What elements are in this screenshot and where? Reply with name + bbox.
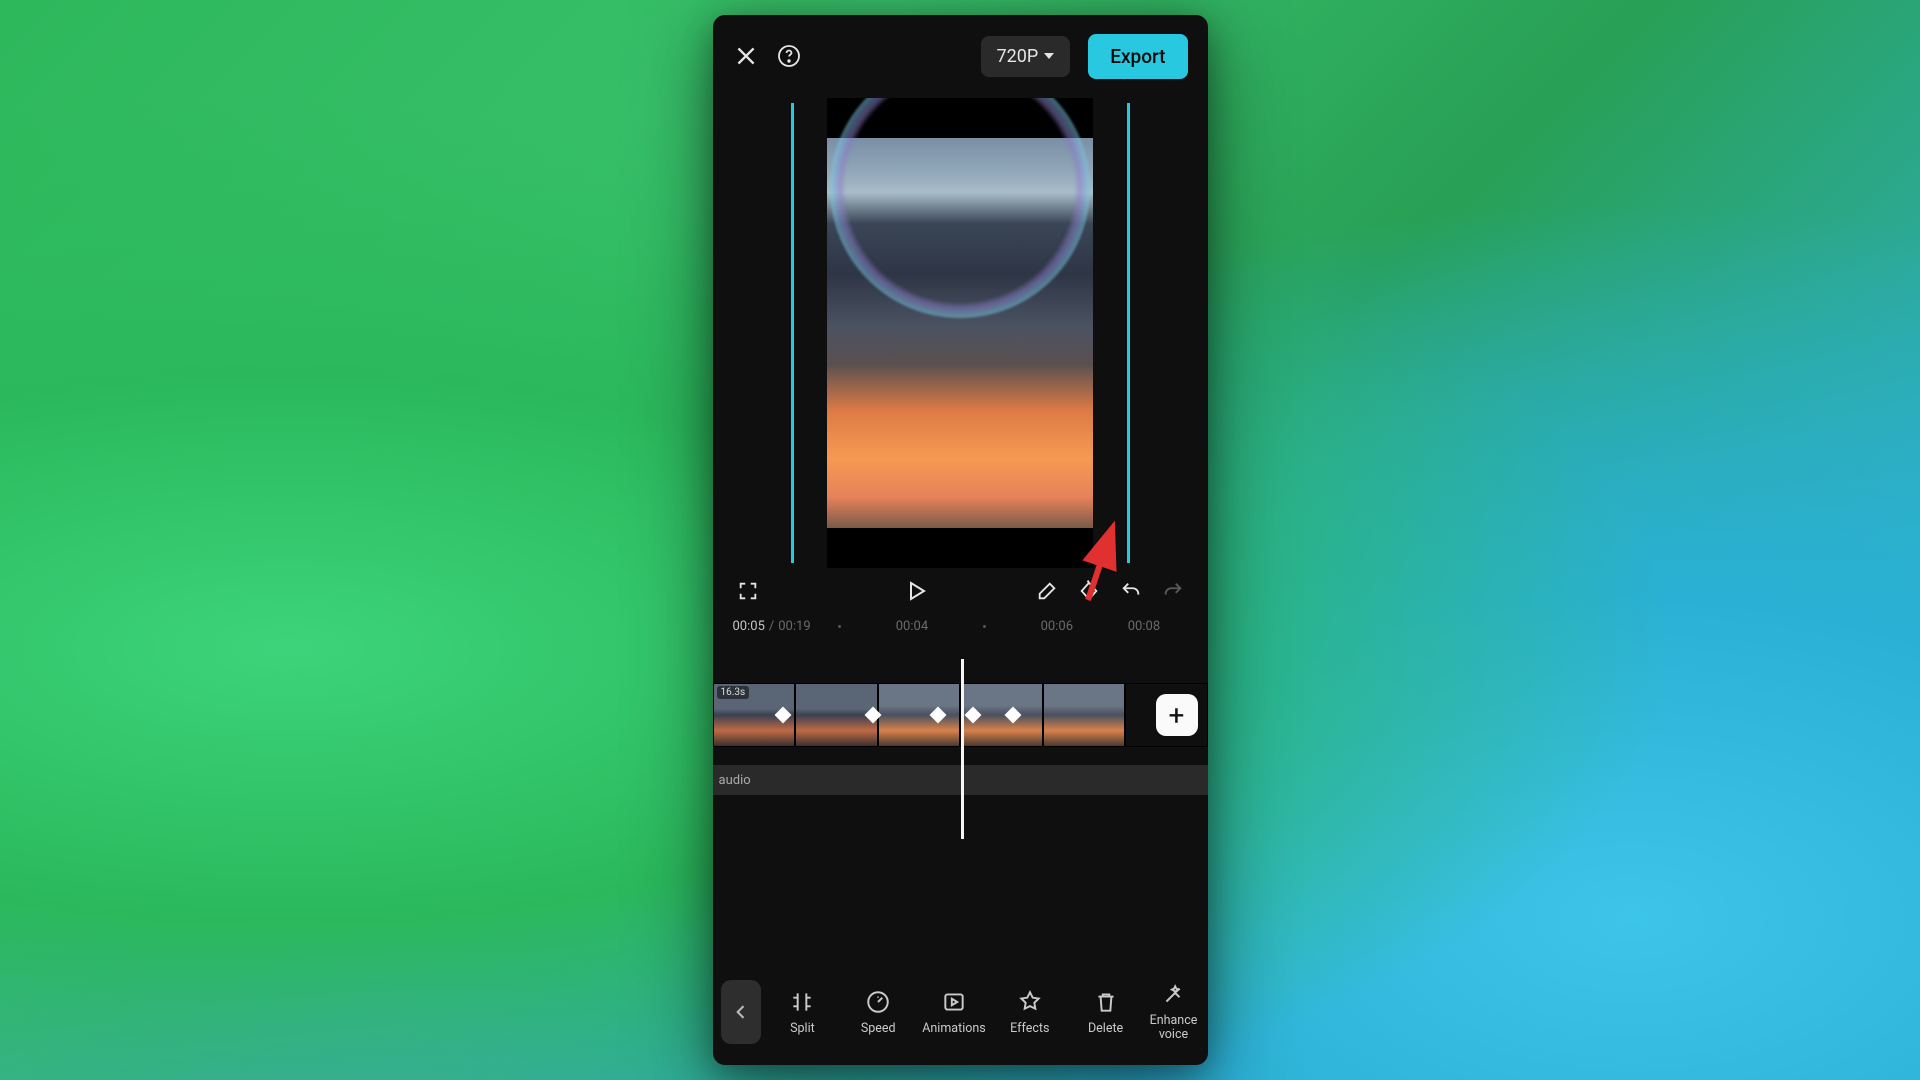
help-icon[interactable] (777, 44, 801, 68)
total-time: 00:19 (778, 619, 810, 634)
bottom-toolbar: Split Speed Animations Effects Delete En… (713, 969, 1208, 1065)
tool-delete[interactable]: Delete (1072, 989, 1140, 1036)
edit-icon[interactable] (1032, 576, 1062, 606)
guide-line-left (791, 103, 794, 563)
tool-effects[interactable]: Effects (996, 989, 1064, 1036)
tool-label: Speed (861, 1021, 896, 1036)
clip-duration-label: 16.3s (717, 686, 750, 699)
resolution-dropdown[interactable]: 720P (981, 36, 1071, 77)
clip-thumb (1043, 683, 1126, 747)
clip-thumb (878, 683, 961, 747)
tool-animations[interactable]: Animations (920, 989, 988, 1036)
video-frame-image (827, 138, 1093, 528)
tool-label: Effects (1010, 1021, 1049, 1036)
tool-enhance-voice[interactable]: Enhance voice (1147, 982, 1199, 1042)
toolbar-back-button[interactable] (721, 980, 761, 1044)
timeline[interactable]: 16.3s + audio (713, 683, 1208, 757)
rainbow-overlay (830, 98, 1090, 318)
playhead[interactable] (961, 659, 964, 839)
time-mark: 00:06 (1041, 619, 1073, 634)
tool-label: Split (790, 1021, 815, 1036)
audio-track-label: audio (719, 773, 751, 788)
timecode-ruler: 00:05 / 00:19 00:04 00:06 00:08 (713, 613, 1208, 639)
undo-icon[interactable] (1116, 576, 1146, 606)
export-button[interactable]: Export (1088, 34, 1187, 79)
redo-icon[interactable] (1158, 576, 1188, 606)
current-time: 00:05 (733, 619, 765, 634)
add-clip-button[interactable]: + (1156, 694, 1198, 736)
tool-label: Animations (922, 1021, 985, 1036)
tool-split[interactable]: Split (769, 989, 837, 1036)
keyframe-icon[interactable] (1074, 576, 1104, 606)
close-icon[interactable] (733, 43, 759, 69)
time-mark: 00:04 (896, 619, 928, 634)
tool-label: Enhance voice (1147, 1014, 1199, 1042)
video-editor-app: 720P Export (713, 15, 1208, 1065)
time-mark: 00:08 (1128, 619, 1160, 634)
fullscreen-icon[interactable] (733, 576, 763, 606)
resolution-label: 720P (997, 46, 1039, 67)
tool-speed[interactable]: Speed (844, 989, 912, 1036)
video-canvas[interactable] (827, 98, 1093, 568)
playback-controls (713, 569, 1208, 613)
guide-line-right (1127, 103, 1130, 563)
tool-label: Delete (1088, 1021, 1123, 1036)
top-bar: 720P Export (713, 15, 1208, 97)
play-icon[interactable] (901, 576, 931, 606)
preview-area (713, 97, 1208, 569)
